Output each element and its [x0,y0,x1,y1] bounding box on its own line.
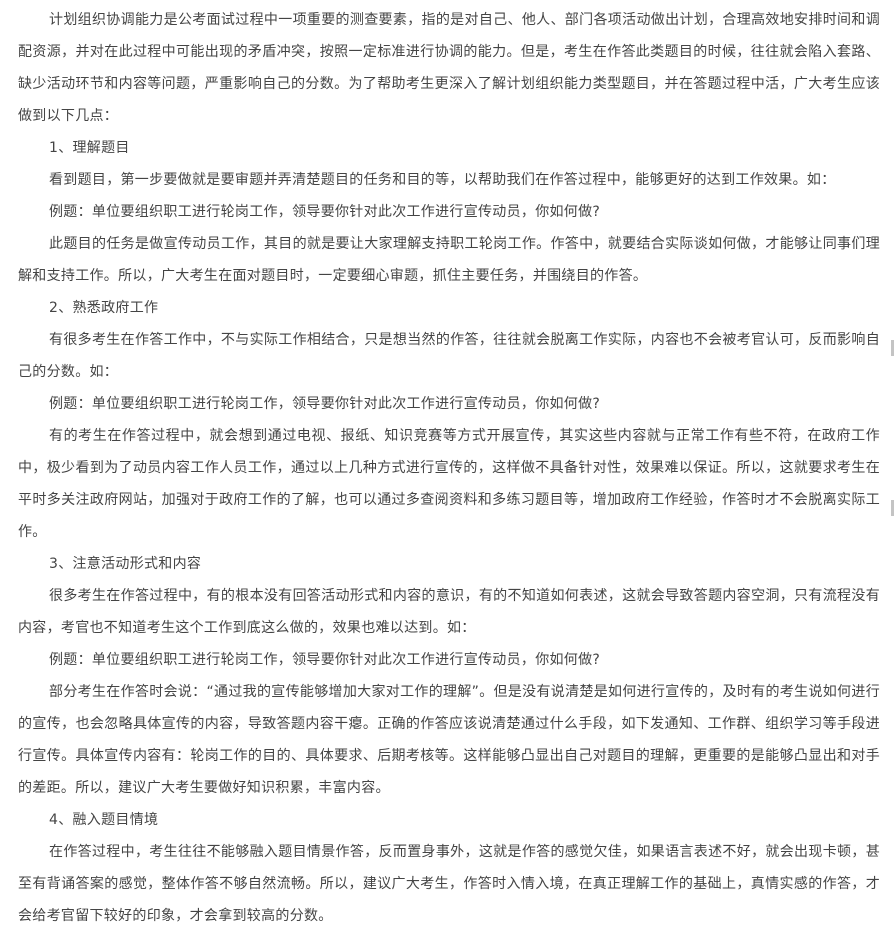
body-paragraph: 很多考生在作答过程中，有的根本没有回答活动形式和内容的意识，有的不知道如何表述，… [18,588,880,636]
example-paragraph: 例题：单位要组织职工进行轮岗工作，领导要你针对此次工作进行宣传动员，你如何做? [49,652,601,668]
scrollbar[interactable] [885,0,895,907]
section-heading-2: 2、熟悉政府工作 [49,300,159,316]
body-paragraph: 此题目的任务是做宣传动员工作，其目的就是要让大家理解支持职工轮岗工作。作答中，就… [18,236,880,284]
section-heading-3: 3、注意活动形式和内容 [49,556,202,572]
body-paragraph: 在作答过程中，考生往往不能够融入题目情景作答，反而置身事外，这就是作答的感觉欠佳… [18,844,880,924]
body-paragraph: 有很多考生在作答工作中，不与实际工作相结合，只是想当然的作答，往往就会脱离工作实… [18,332,880,380]
body-paragraph: 看到题目，第一步要做就是要审题并弄清楚题目的任务和目的等，以帮助我们在作答过程中… [49,172,836,188]
intro-paragraph: 计划组织协调能力是公考面试过程中一项重要的测查要素，指的是对自己、他人、部门各项… [18,12,880,124]
section-heading-1: 1、理解题目 [49,140,130,156]
body-paragraph: 有的考生在作答过程中，就会想到通过电视、报纸、知识竞赛等方式开展宣传，其实这些内… [18,428,880,540]
body-paragraph: 部分考生在作答时会说：“通过我的宣传能够增加大家对工作的理解”。但是没有说清楚是… [18,684,880,796]
example-paragraph: 例题：单位要组织职工进行轮岗工作，领导要你针对此次工作进行宣传动员，你如何做? [49,396,601,412]
scrollbar-tick [891,500,894,516]
scrollbar-tick [891,340,894,356]
article-body: 计划组织协调能力是公考面试过程中一项重要的测查要素，指的是对自己、他人、部门各项… [18,4,880,932]
example-paragraph: 例题：单位要组织职工进行轮岗工作，领导要你针对此次工作进行宣传动员，你如何做? [49,204,601,220]
section-heading-4: 4、融入题目情境 [49,812,159,828]
